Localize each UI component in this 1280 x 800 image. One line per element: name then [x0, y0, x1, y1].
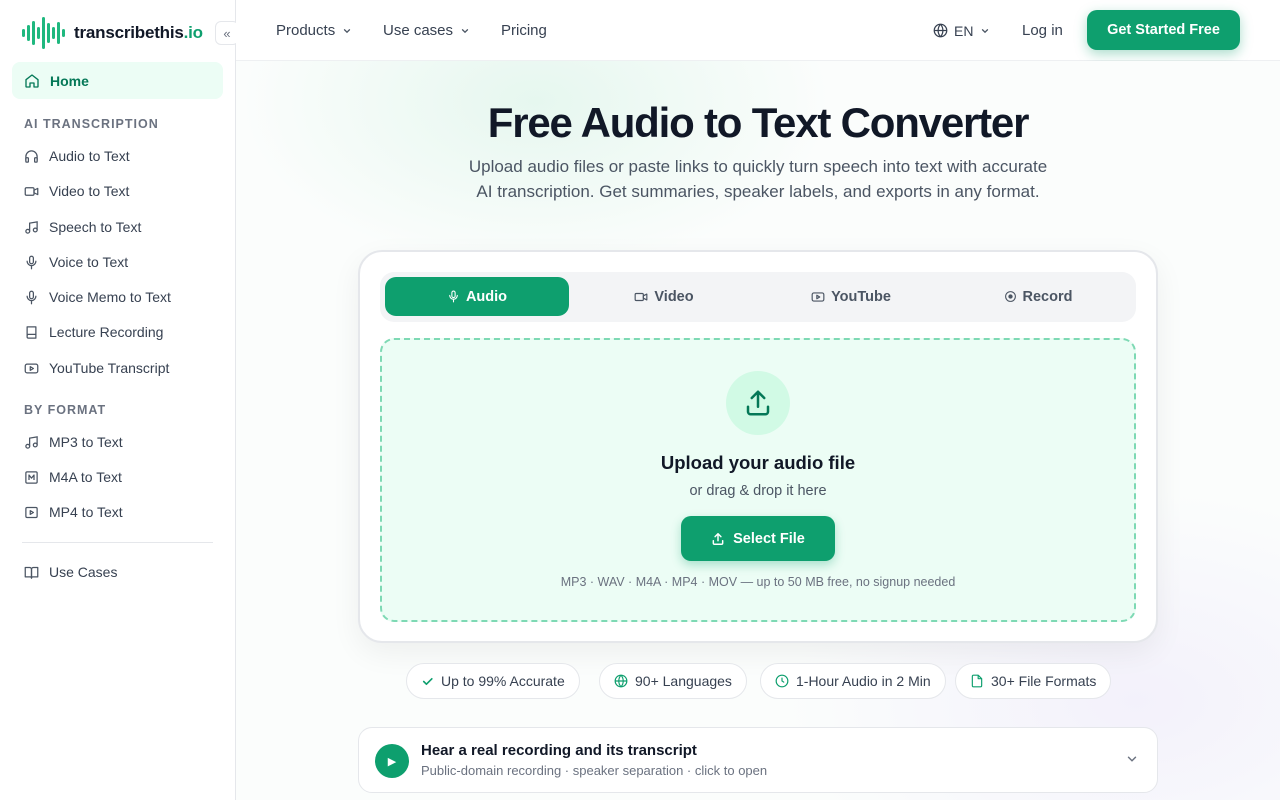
- sidebar-section-by-format: BY FORMAT: [24, 403, 107, 417]
- brand-name: transcribethis.io: [74, 23, 203, 42]
- upload-card: Audio Video YouTube Record Upload your a…: [358, 250, 1158, 643]
- sidebar-divider: [22, 542, 213, 543]
- sidebar: transcribethis.io « Home AI TRANSCRIPTIO…: [0, 0, 239, 800]
- sidebar-item-voice-to-text[interactable]: Voice to Text: [24, 247, 224, 277]
- top-navigation: Products Use cases Pricing EN Log in Get…: [236, 0, 1280, 61]
- sidebar-item-audio-to-text[interactable]: Audio to Text: [24, 141, 224, 171]
- badge-languages: 90+ Languages: [599, 663, 747, 699]
- language-selector[interactable]: EN: [933, 0, 996, 61]
- sidebar-item-video-to-text[interactable]: Video to Text: [24, 176, 224, 206]
- sample-title: Hear a real recording and its transcript: [421, 742, 697, 759]
- open-book-icon: [24, 566, 39, 579]
- chevron-down-icon[interactable]: [1125, 752, 1139, 766]
- microphone-icon: [449, 290, 458, 303]
- upload-icon: [712, 532, 724, 545]
- microphone-icon: [26, 290, 37, 304]
- sample-subtitle: Public-domain recording · speaker separa…: [421, 763, 768, 778]
- tab-video[interactable]: Video: [572, 277, 756, 316]
- brand-logo[interactable]: transcribethis.io: [22, 16, 203, 50]
- sidebar-item-speech-to-text[interactable]: Speech to Text: [24, 212, 224, 242]
- sidebar-item-lecture-recording[interactable]: Lecture Recording: [24, 317, 224, 347]
- login-link[interactable]: Log in: [1022, 0, 1063, 61]
- select-file-button[interactable]: Select File: [681, 516, 835, 561]
- supported-formats-note: MP3 · WAV · M4A · MP4 · MOV — up to 50 M…: [560, 575, 956, 589]
- check-icon: [422, 677, 433, 685]
- music-note-icon: [25, 435, 38, 449]
- source-tabs: Audio Video YouTube Record: [380, 272, 1136, 322]
- globe-icon: [933, 23, 948, 38]
- sidebar-item-use-cases[interactable]: Use Cases: [24, 557, 224, 587]
- youtube-icon: [24, 363, 39, 373]
- play-icon[interactable]: ▶: [375, 744, 409, 778]
- video-icon: [24, 186, 39, 196]
- headphones-icon: [25, 149, 38, 163]
- sidebar-item-mp4-to-text[interactable]: MP4 to Text: [24, 497, 224, 527]
- file-icon: [971, 674, 983, 688]
- nav-use-cases-menu[interactable]: Use cases: [383, 0, 470, 61]
- main-content: Free Audio to Text Converter Upload audi…: [236, 61, 1280, 800]
- file-m-icon: [25, 470, 38, 484]
- sidebar-item-m4a-to-text[interactable]: M4A to Text: [24, 462, 224, 492]
- youtube-icon: [811, 291, 825, 302]
- microphone-icon: [26, 255, 37, 269]
- dropzone-subtitle: or drag & drop it here: [689, 483, 827, 499]
- soundwave-logo-icon: [22, 16, 66, 50]
- chevron-down-icon: [982, 28, 989, 33]
- nav-products-menu[interactable]: Products: [276, 0, 352, 61]
- badge-accuracy: Up to 99% Accurate: [406, 663, 580, 699]
- get-started-button[interactable]: Get Started Free: [1087, 10, 1240, 50]
- tab-youtube[interactable]: YouTube: [759, 277, 943, 316]
- tab-audio[interactable]: Audio: [385, 277, 569, 316]
- play-box-icon: [25, 506, 38, 518]
- nav-pricing-link[interactable]: Pricing: [501, 0, 547, 61]
- badge-speed: 1-Hour Audio in 2 Min: [760, 663, 946, 699]
- sidebar-item-voice-memo-to-text[interactable]: Voice Memo to Text: [24, 282, 224, 312]
- sample-recording-panel[interactable]: ▶ Hear a real recording and its transcri…: [358, 727, 1158, 793]
- sidebar-item-youtube-transcript[interactable]: YouTube Transcript: [24, 353, 224, 383]
- chevron-down-icon: [344, 28, 351, 33]
- music-note-icon: [25, 220, 38, 234]
- globe-icon: [614, 674, 628, 688]
- file-dropzone[interactable]: Upload your audio file or drag & drop it…: [380, 338, 1136, 622]
- page-subtitle: Upload audio files or paste links to qui…: [468, 157, 1048, 201]
- page-title: Free Audio to Text Converter: [487, 99, 1030, 146]
- sidebar-item-label: Home: [50, 72, 89, 89]
- upload-icon: [726, 371, 790, 435]
- book-icon: [26, 325, 37, 339]
- home-icon: [25, 73, 39, 88]
- sidebar-item-mp3-to-text[interactable]: MP3 to Text: [24, 427, 224, 457]
- badge-formats: 30+ File Formats: [955, 663, 1112, 699]
- tab-record[interactable]: Record: [946, 277, 1130, 316]
- sidebar-section-ai-transcription: AI TRANSCRIPTION: [24, 117, 159, 131]
- dropzone-title: Upload your audio file: [660, 452, 856, 473]
- chevron-down-icon: [461, 28, 469, 33]
- clock-icon: [775, 674, 789, 688]
- sidebar-item-home[interactable]: Home: [12, 62, 223, 99]
- record-icon: [1004, 291, 1016, 302]
- video-icon: [634, 292, 648, 301]
